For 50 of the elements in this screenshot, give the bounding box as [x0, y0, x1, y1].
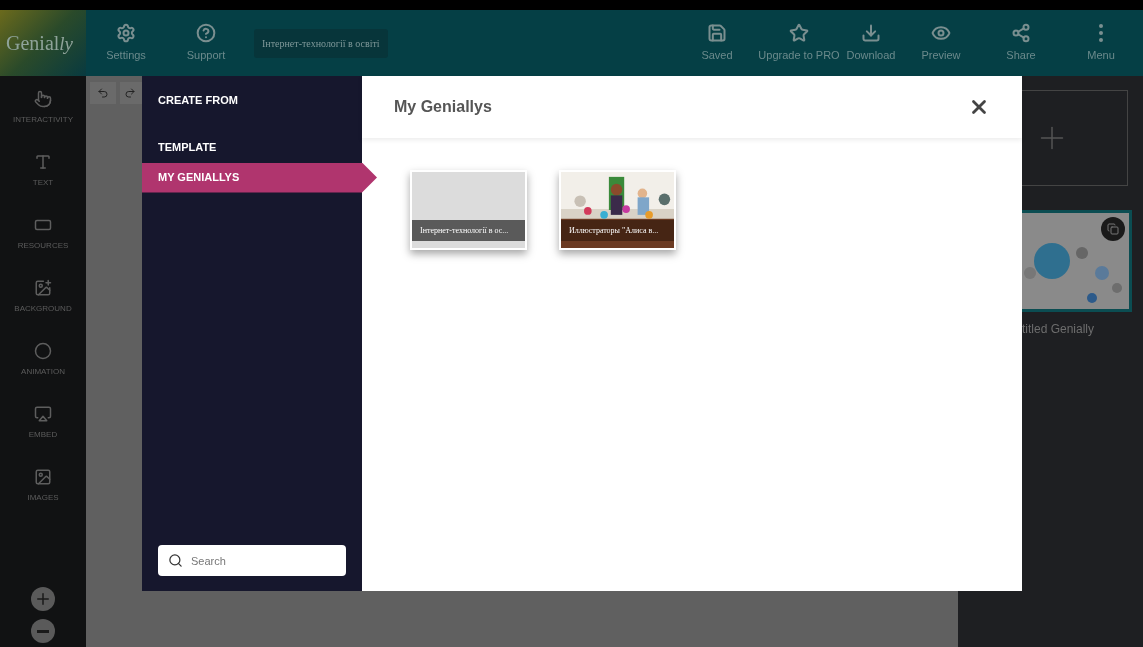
undo-button[interactable]: [90, 82, 116, 104]
nav-item[interactable]: MY GENIALLYS: [142, 162, 377, 193]
sidebar-item[interactable]: BACKGROUND: [0, 279, 86, 342]
toolbar-button[interactable]: Support: [166, 10, 246, 76]
title-field[interactable]: Інтернет-технології в освіті: [254, 28, 388, 58]
minus-icon: [37, 629, 49, 633]
share-icon: [1011, 22, 1031, 43]
save-icon: [707, 22, 727, 43]
modal-title: My Geniallys: [394, 97, 492, 117]
copy-icon: [1107, 223, 1119, 235]
nav-item[interactable]: TEMPLATE: [142, 132, 362, 163]
logo: Genially: [0, 10, 86, 76]
toolbar-button[interactable]: Download: [841, 10, 901, 76]
help-icon: [196, 22, 216, 43]
pointer-icon: [34, 90, 52, 108]
toolbar-button[interactable]: Settings: [86, 10, 166, 76]
settings-icon: [116, 22, 136, 43]
panel-heading: CREATE FROM: [157, 93, 239, 108]
genially-card[interactable]: Иллюстраторы "Алиса в...: [559, 170, 676, 250]
search-icon: [168, 553, 183, 568]
image-icon: [34, 468, 52, 486]
redo-icon: [124, 87, 136, 99]
sidebar-item[interactable]: INTERACTIVITY: [0, 90, 86, 153]
sidebar-item[interactable]: IMAGES: [0, 468, 86, 531]
card-title: Інтернет-технології в ос...: [420, 224, 509, 237]
page-title: titled Genially: [1022, 321, 1096, 338]
sidebar-item[interactable]: EMBED: [0, 405, 86, 468]
download-icon: [861, 22, 881, 43]
toolbar-button[interactable]: Saved: [677, 10, 757, 76]
undo-icon: [97, 87, 109, 99]
toolbar-button[interactable]: Menu: [1061, 10, 1141, 76]
sidebar-item[interactable]: ANIMATION: [0, 342, 86, 405]
sidebar-item[interactable]: TEXT: [0, 153, 86, 216]
menu-icon: [1099, 23, 1103, 42]
background-icon: [34, 279, 52, 297]
star-icon: [789, 22, 809, 43]
card-title: Иллюстраторы "Алиса в...: [569, 224, 659, 237]
zoom-out-button[interactable]: [31, 619, 55, 643]
sidebar-item[interactable]: RESOURCES: [0, 216, 86, 279]
search-field[interactable]: Search: [158, 545, 346, 576]
zoom-in-button[interactable]: [31, 587, 55, 611]
toolbar-button[interactable]: Upgrade to PRO: [757, 10, 841, 76]
toolbar-button[interactable]: Preview: [901, 10, 981, 76]
plus-icon: [34, 590, 52, 608]
genially-card[interactable]: Інтернет-технології в ос...: [410, 170, 527, 250]
circle-icon: [34, 342, 52, 360]
text-icon: [34, 153, 52, 171]
redo-button[interactable]: [120, 82, 142, 104]
toolbar-button[interactable]: Share: [981, 10, 1061, 76]
screen-icon: [34, 405, 52, 423]
